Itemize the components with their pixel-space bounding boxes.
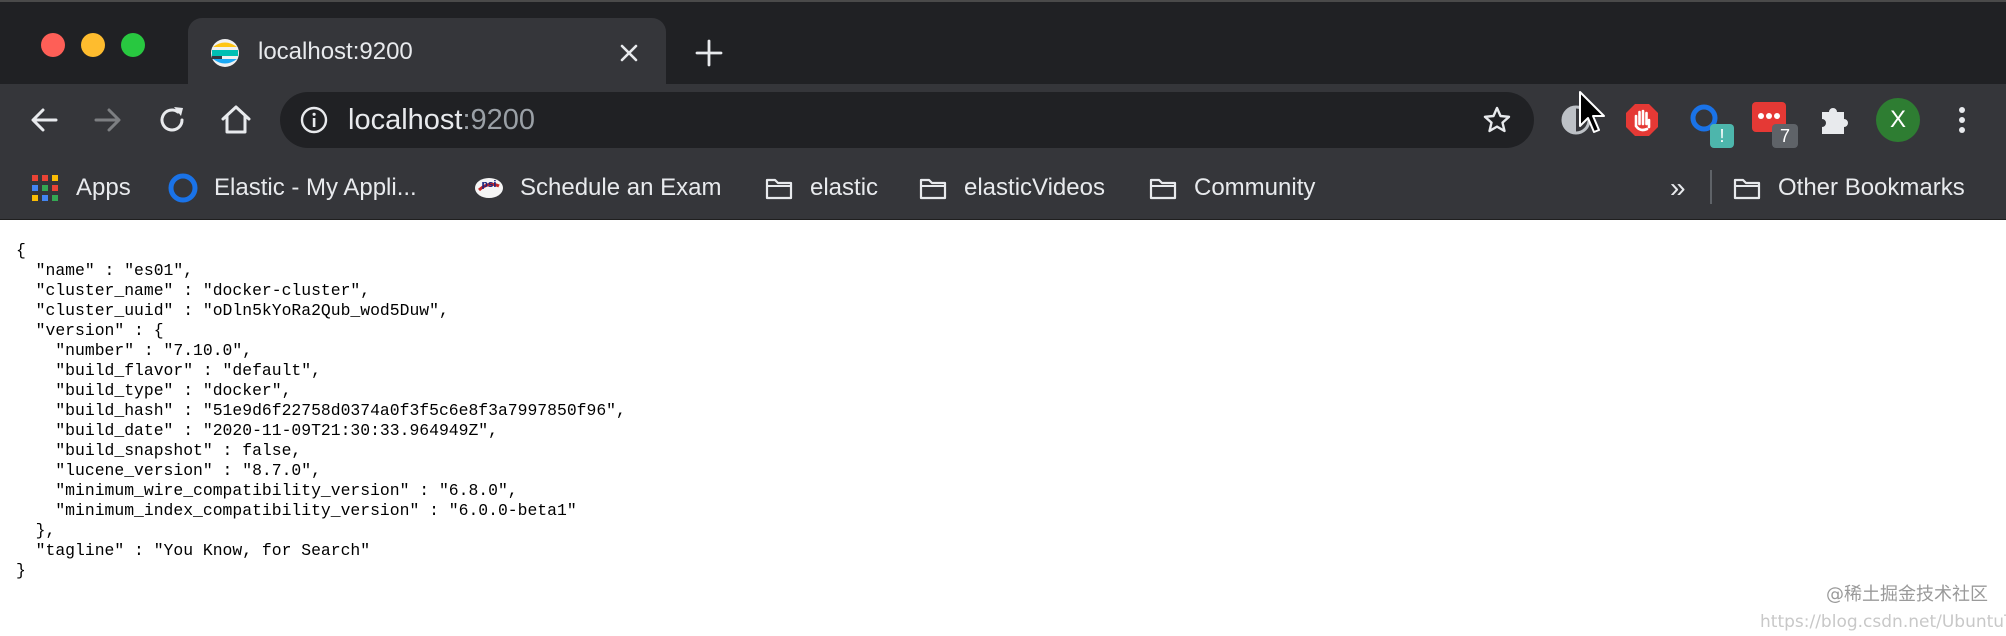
bookmark-label: Community <box>1194 174 1316 201</box>
elastic-icon <box>168 173 198 203</box>
close-tab-icon[interactable] <box>616 40 642 66</box>
reload-icon[interactable] <box>154 102 190 138</box>
bookmark-label: elasticVideos <box>964 174 1105 201</box>
bookmarks-divider <box>1710 170 1712 204</box>
bookmark-folder-elastic[interactable]: elastic <box>764 172 878 204</box>
bookmark-folder-community[interactable]: Community <box>1148 172 1315 204</box>
psi-icon: psi <box>475 178 503 198</box>
new-tab-icon[interactable] <box>694 38 724 68</box>
watermark-url: https://blog.csdn.net/UbuntuTouch <box>1760 612 2006 632</box>
bookmark-other-bookmarks[interactable]: Other Bookmarks <box>1732 172 1965 204</box>
bookmark-star-icon[interactable] <box>1482 105 1512 135</box>
back-icon[interactable] <box>26 102 62 138</box>
apps-grid-icon <box>32 175 58 201</box>
mouse-cursor-icon <box>1579 91 1605 133</box>
bookmark-label: Elastic - My Appli... <box>214 174 417 201</box>
svg-text:psi: psi <box>482 180 497 190</box>
extensions-puzzle-icon[interactable] <box>1814 100 1854 140</box>
browser-toolbar: localhost:9200 ! 7 X <box>0 84 2006 156</box>
bookmark-label: Schedule an Exam <box>520 174 722 201</box>
folder-icon <box>1149 178 1177 200</box>
elastic-favicon-icon <box>211 39 239 67</box>
bookmark-elastic-my-applications[interactable]: Elastic - My Appli... <box>168 172 417 204</box>
bookmark-label: Apps <box>76 174 131 201</box>
window-close-button[interactable] <box>41 33 65 57</box>
chevron-double-right-icon: » <box>1670 172 1686 203</box>
folder-icon <box>765 178 793 200</box>
tab-title: localhost:9200 <box>258 38 413 65</box>
bookmark-folder-elasticvideos[interactable]: elasticVideos <box>918 172 1105 204</box>
extension-adblock-icon[interactable] <box>1622 100 1662 140</box>
window-minimize-button[interactable] <box>81 33 105 57</box>
forward-icon[interactable] <box>90 102 126 138</box>
bookmark-schedule-an-exam[interactable]: psi Schedule an Exam <box>474 172 721 204</box>
bookmark-apps[interactable]: Apps <box>30 172 131 204</box>
home-icon[interactable] <box>218 102 254 138</box>
profile-avatar[interactable]: X <box>1876 98 1920 142</box>
json-response-text: { "name" : "es01", "cluster_name" : "doc… <box>16 241 626 580</box>
page-content: { "name" : "es01", "cluster_name" : "doc… <box>0 221 2006 636</box>
bookmarks-bar: Apps Elastic - My Appli... psi Schedule … <box>0 156 2006 220</box>
url-port: :9200 <box>462 104 536 136</box>
tab-strip: localhost:9200 <box>0 0 2006 86</box>
bookmark-label: Other Bookmarks <box>1778 174 1965 201</box>
url-host: localhost <box>348 104 463 136</box>
extension-alert-badge: ! <box>1710 124 1734 148</box>
extension-count-badge: 7 <box>1772 124 1798 148</box>
folder-icon <box>1733 178 1761 200</box>
address-bar[interactable]: localhost:9200 <box>280 92 1534 148</box>
bookmarks-overflow-button[interactable]: » <box>1670 172 1686 204</box>
url-text[interactable]: localhost:9200 <box>348 104 535 136</box>
site-info-icon[interactable] <box>300 106 328 134</box>
more-menu-icon[interactable] <box>1942 100 1982 140</box>
window-maximize-button[interactable] <box>121 33 145 57</box>
folder-icon <box>919 178 947 200</box>
bookmark-label: elastic <box>810 174 879 201</box>
active-tab[interactable]: localhost:9200 <box>188 18 666 86</box>
watermark-juejin: @稀土掘金技术社区 <box>1826 584 1988 605</box>
